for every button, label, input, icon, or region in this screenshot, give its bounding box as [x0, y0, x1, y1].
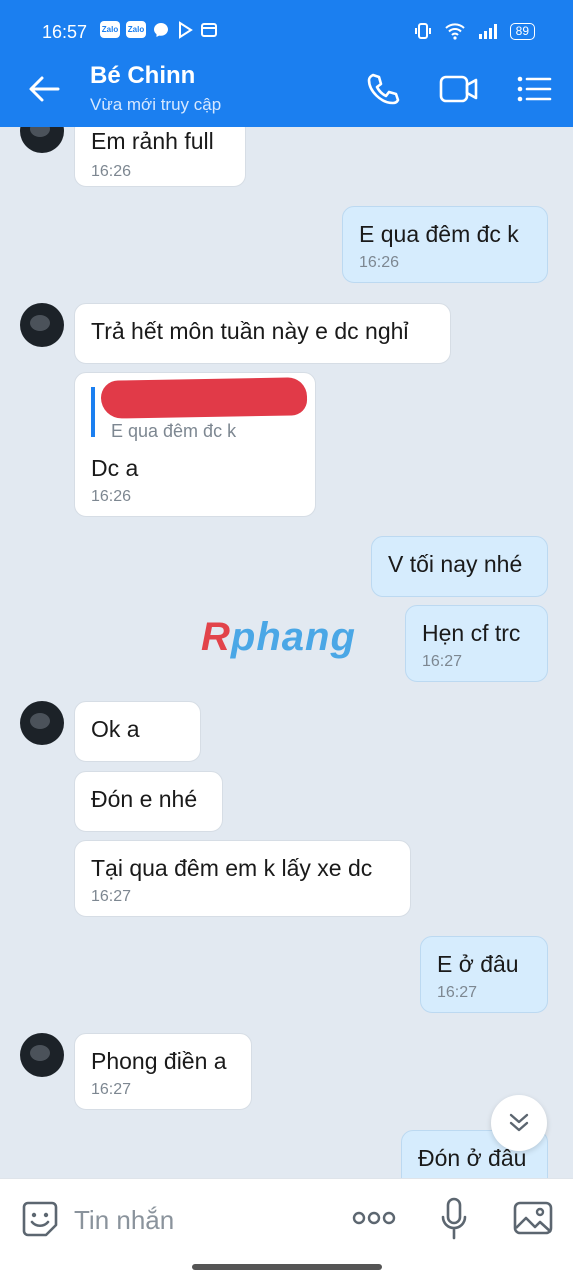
status-time: 16:57 — [42, 22, 88, 42]
scroll-down-button[interactable] — [491, 1095, 547, 1151]
avatar[interactable] — [20, 303, 64, 347]
message-text: Em rảnh full — [91, 128, 214, 154]
message-bubble-outgoing[interactable]: E ở đâu 16:27 — [420, 936, 548, 1013]
message-text: Đón e nhé — [91, 786, 198, 812]
message-text: Dc a — [91, 455, 139, 481]
home-gesture-bar[interactable] — [192, 1264, 382, 1270]
sticker-icon[interactable] — [20, 1199, 60, 1239]
mic-icon[interactable] — [440, 1197, 468, 1241]
redaction-mark — [100, 377, 308, 419]
message-composer: Tin nhắn — [0, 1178, 573, 1261]
message-time: 16:27 — [91, 1081, 132, 1098]
message-bubble-incoming[interactable]: Em rảnh full 16:26 — [74, 127, 246, 187]
battery-indicator: 89 — [509, 22, 535, 40]
status-notification-icons: Zalo Zalo — [100, 21, 218, 39]
message-text: Tại qua đêm em k lấy xe dc — [91, 855, 373, 881]
chat-header: Bé Chinn Vừa mới truy cập — [0, 50, 573, 127]
contact-name[interactable]: Bé Chinn — [90, 62, 195, 90]
message-time: 16:26 — [359, 254, 400, 271]
calendar-notification-icon — [201, 23, 217, 37]
message-list[interactable]: Em rảnh full 16:26 E qua đêm đc k 16:26 … — [0, 127, 573, 1178]
message-time: 16:27 — [91, 888, 132, 905]
message-input[interactable]: Tin nhắn — [74, 1205, 174, 1236]
signal-icon — [478, 24, 497, 39]
message-text: Phong điền a — [91, 1048, 227, 1074]
video-icon[interactable] — [439, 72, 479, 106]
message-text: Ok a — [91, 716, 140, 742]
quoted-text: E qua đêm đc k — [111, 421, 237, 441]
avatar[interactable] — [20, 127, 64, 153]
message-text: Trả hết môn tuần này e dc nghỉ — [91, 318, 409, 344]
image-icon[interactable] — [513, 1199, 553, 1237]
presence-status: Vừa mới truy cập — [90, 95, 222, 114]
phone-icon[interactable] — [366, 72, 400, 106]
message-bubble-incoming[interactable]: Tại qua đêm em k lấy xe dc 16:27 — [74, 840, 411, 917]
message-bubble-incoming[interactable]: Trả hết môn tuần này e dc nghỉ — [74, 303, 451, 364]
avatar[interactable] — [20, 1033, 64, 1077]
message-bubble-reply[interactable]: E qua đêm đc k Dc a 16:26 — [74, 372, 316, 517]
message-bubble-outgoing[interactable]: Hẹn cf trc 16:27 — [405, 605, 548, 682]
message-text: Hẹn cf trc — [422, 620, 521, 646]
message-bubble-incoming[interactable]: Phong điền a 16:27 — [74, 1033, 252, 1110]
message-text: V tối nay nhé — [388, 551, 523, 577]
status-bar: 16:57 Zalo Zalo 89 — [0, 0, 573, 50]
message-time: 16:27 — [422, 653, 463, 670]
message-time: 16:26 — [91, 488, 132, 505]
watermark-logo: Rphang — [201, 615, 356, 659]
message-bubble-incoming[interactable]: Ok a — [74, 701, 201, 762]
vibrate-icon — [414, 23, 431, 39]
play-store-notification-icon — [179, 21, 193, 39]
message-text: E qua đêm đc k — [359, 221, 519, 247]
messenger-notification-icon — [154, 23, 168, 37]
avatar[interactable] — [20, 701, 64, 745]
more-icon[interactable] — [352, 1210, 396, 1226]
wifi-icon — [444, 23, 465, 40]
message-bubble-outgoing[interactable]: E qua đêm đc k 16:26 — [342, 206, 548, 283]
message-time: 16:26 — [91, 163, 132, 180]
system-nav-bar — [0, 1260, 573, 1280]
zalo-notification-icon: Zalo — [100, 21, 120, 38]
quoted-message[interactable]: E qua đêm đc k — [91, 377, 308, 441]
back-arrow-icon[interactable] — [28, 74, 60, 104]
zalo-notification-icon: Zalo — [126, 21, 146, 38]
message-time: 16:27 — [437, 984, 478, 1001]
scroll-down-icon — [509, 1113, 529, 1132]
message-bubble-outgoing[interactable]: V tối nay nhé — [371, 536, 548, 597]
menu-icon[interactable] — [516, 72, 552, 106]
status-system-icons: 89 — [414, 22, 535, 40]
message-bubble-incoming[interactable]: Đón e nhé — [74, 771, 223, 832]
message-text: E ở đâu — [437, 951, 519, 977]
